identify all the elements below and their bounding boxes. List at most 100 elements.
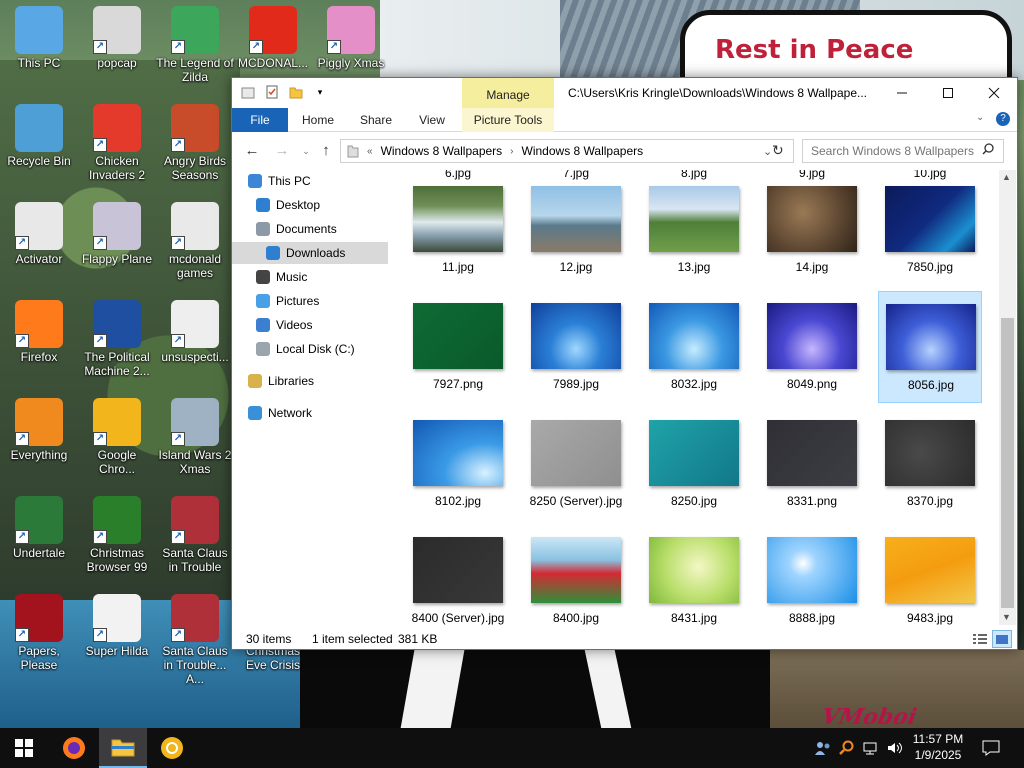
desktop-icons: This PC Recycle Bin ↗ Activator ↗ Firefox ↗ Eve… [0, 0, 384, 726]
taskbar-chrome[interactable] [148, 728, 196, 768]
file-tile[interactable]: 8056.jpg [878, 291, 982, 403]
breadcrumb-item[interactable]: Windows 8 Wallpapers [522, 144, 644, 158]
file-tile[interactable]: 11.jpg [406, 174, 510, 286]
desktop-icon[interactable]: ↗ Angry Birds Seasons [156, 104, 234, 182]
taskbar-firefox[interactable] [50, 728, 98, 768]
scrollbar-thumb[interactable] [1001, 318, 1014, 608]
manage-tab[interactable]: Manage [462, 78, 554, 108]
system-clock[interactable]: 11:57 PM 1/9/2025 [906, 731, 970, 763]
minimize-button[interactable] [879, 78, 925, 108]
desktop-icon[interactable]: ↗ Undertale [0, 496, 78, 560]
file-tile[interactable]: 14.jpg [760, 174, 864, 286]
volume-icon[interactable] [886, 728, 904, 768]
desktop-icon[interactable]: ↗ Santa Claus in Trouble... A... [156, 594, 234, 686]
nav-item[interactable]: Pictures [256, 290, 319, 312]
breadcrumb-overflow[interactable]: « [367, 146, 373, 157]
tab-view[interactable]: View [410, 108, 454, 132]
title-bar[interactable]: ▾ Manage C:\Users\Kris Kringle\Downloads… [232, 78, 1017, 108]
desktop-icon[interactable]: ↗ mcdonald games [156, 202, 234, 280]
file-tile[interactable]: 8250 (Server).jpg [524, 408, 628, 520]
people-icon[interactable] [814, 728, 832, 768]
breadcrumb-item[interactable]: Windows 8 Wallpapers [381, 144, 503, 158]
desktop-icon[interactable]: ↗ The Political Machine 2... [78, 300, 156, 378]
nav-item-label: Network [268, 406, 313, 420]
desktop-icon[interactable]: ↗ Chicken Invaders 2 [78, 104, 156, 182]
nav-item[interactable]: Videos [256, 314, 312, 336]
network-icon[interactable] [862, 728, 880, 768]
file-tile[interactable]: 8400.jpg [524, 525, 628, 625]
desktop-icon[interactable]: Recycle Bin [0, 104, 78, 168]
file-tile[interactable]: 8250.jpg [642, 408, 746, 520]
search-tray-icon[interactable] [838, 728, 854, 768]
nav-item[interactable]: Desktop [256, 194, 320, 216]
nav-item[interactable]: Documents [256, 218, 337, 240]
recent-locations-button[interactable]: ⌄ [296, 142, 316, 160]
tab-picture-tools[interactable]: Picture Tools [462, 108, 554, 132]
file-tile[interactable]: 8431.jpg [642, 525, 746, 625]
nav-item[interactable]: Downloads [232, 242, 388, 264]
properties-icon[interactable] [264, 84, 280, 100]
scroll-up-icon[interactable]: ▲ [1002, 172, 1011, 182]
scroll-down-icon[interactable]: ▼ [1002, 612, 1011, 622]
expand-ribbon-icon[interactable]: ⌄ [976, 112, 984, 123]
start-button[interactable] [0, 728, 48, 768]
file-tile[interactable]: 9483.jpg [878, 525, 982, 625]
search-input[interactable] [802, 139, 1004, 163]
back-button[interactable]: ← [242, 142, 262, 160]
desktop-icon[interactable]: ↗ Papers, Please [0, 594, 78, 672]
desktop-icon[interactable]: ↗ The Legend of Zilda [156, 6, 234, 84]
file-tile[interactable]: 13.jpg [642, 174, 746, 286]
desktop-icon[interactable]: ↗ MCDONAL... [234, 6, 312, 70]
nav-item[interactable]: Libraries [248, 370, 314, 392]
desktop-icon[interactable]: ↗ Super Hilda [78, 594, 156, 658]
address-input[interactable]: « Windows 8 Wallpapers › Windows 8 Wallp… [340, 139, 794, 163]
help-icon[interactable]: ? [996, 112, 1010, 126]
file-name: 8370.jpg [906, 494, 954, 508]
file-tile[interactable]: 7927.png [406, 291, 510, 403]
desktop-icon[interactable]: ↗ Santa Claus in Trouble [156, 496, 234, 574]
desktop-icon[interactable]: ↗ Google Chro... [78, 398, 156, 476]
details-view-icon[interactable] [972, 631, 988, 653]
notification-center-icon[interactable] [982, 728, 1000, 768]
nav-item[interactable]: This PC [248, 170, 311, 192]
file-tile[interactable]: 7850.jpg [878, 174, 982, 286]
address-dropdown-icon[interactable]: ⌄ [763, 145, 772, 158]
tab-file[interactable]: File [232, 108, 288, 132]
desktop-icon[interactable]: ↗ Firefox [0, 300, 78, 364]
desktop-icon[interactable]: ↗ unsuspecti... [156, 300, 234, 364]
file-tile[interactable]: 8049.png [760, 291, 864, 403]
file-tile[interactable]: 8888.jpg [760, 525, 864, 625]
tab-home[interactable]: Home [294, 108, 342, 132]
desktop-icon[interactable]: ↗ popcap [78, 6, 156, 70]
tab-share[interactable]: Share [352, 108, 400, 132]
desktop-icon[interactable]: ↗ Everything [0, 398, 78, 462]
close-button[interactable] [971, 78, 1017, 108]
file-tile[interactable]: 12.jpg [524, 174, 628, 286]
desktop-icon[interactable]: ↗ Flappy Plane [78, 202, 156, 266]
refresh-button[interactable]: ↻ [772, 142, 784, 159]
desktop-icon[interactable]: ↗ Island Wars 2 Xmas [156, 398, 234, 476]
taskbar-file-explorer[interactable] [99, 728, 147, 768]
vertical-scrollbar[interactable]: ▲ ▼ [999, 170, 1016, 625]
file-tile[interactable]: 8400 (Server).jpg [406, 525, 510, 625]
large-icons-view-icon[interactable] [992, 630, 1012, 648]
breadcrumb-separator-icon[interactable]: › [510, 146, 513, 157]
file-tile[interactable]: 8370.jpg [878, 408, 982, 520]
file-tile[interactable]: 8102.jpg [406, 408, 510, 520]
new-folder-icon[interactable] [288, 84, 304, 100]
nav-item[interactable]: Music [256, 266, 307, 288]
maximize-button[interactable] [925, 78, 971, 108]
folder-system-icon[interactable] [240, 84, 256, 100]
forward-button[interactable]: → [272, 142, 292, 160]
desktop-icon[interactable]: This PC [0, 6, 78, 70]
file-tile[interactable]: 8331.png [760, 408, 864, 520]
file-tile[interactable]: 8032.jpg [642, 291, 746, 403]
desktop-icon[interactable]: ↗ Piggly Xmas [312, 6, 390, 70]
nav-item[interactable]: Local Disk (C:) [256, 338, 355, 360]
up-button[interactable]: ↑ [316, 142, 336, 160]
customize-qat-icon[interactable]: ▾ [312, 84, 328, 100]
file-tile[interactable]: 7989.jpg [524, 291, 628, 403]
nav-item[interactable]: Network [248, 402, 312, 424]
desktop-icon[interactable]: ↗ Activator [0, 202, 78, 266]
desktop-icon[interactable]: ↗ Christmas Browser 99 [78, 496, 156, 574]
